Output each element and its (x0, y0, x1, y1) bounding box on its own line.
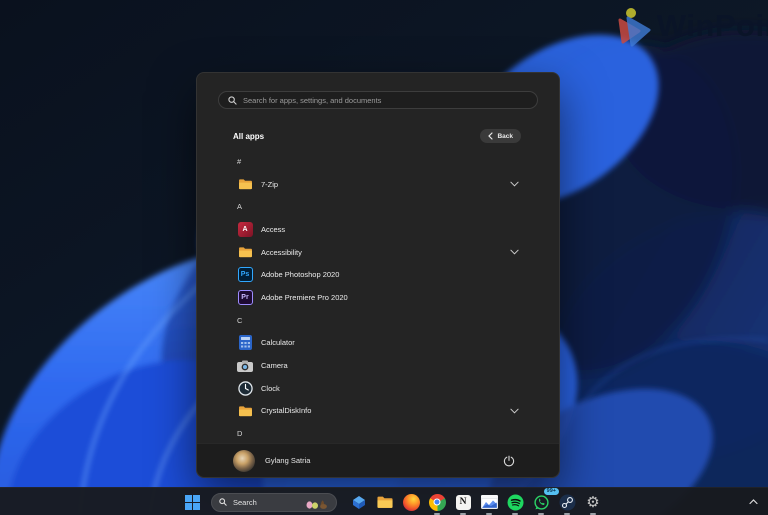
premiere-icon: Pr (237, 289, 253, 305)
clock-icon (237, 381, 253, 396)
windows-logo-icon (184, 494, 200, 510)
start-search-box[interactable] (218, 91, 538, 109)
app-label: Camera (261, 361, 288, 371)
taskbar-file-explorer-icon[interactable] (373, 490, 397, 514)
folder-icon (237, 405, 253, 417)
chevron-down-icon[interactable] (510, 181, 519, 187)
taskbar-chrome-icon[interactable] (425, 490, 449, 515)
app-label: Adobe Photoshop 2020 (261, 270, 340, 280)
taskbar-whatsapp-icon[interactable]: 99+ (529, 487, 559, 515)
app-item-7-zip[interactable]: 7-Zip (197, 173, 559, 196)
chevron-left-icon (488, 132, 494, 140)
taskbar-spotify-icon[interactable] (503, 490, 527, 515)
app-label: Adobe Premiere Pro 2020 (261, 292, 348, 302)
section-header-hash[interactable]: # (197, 150, 559, 173)
chevron-down-icon[interactable] (510, 408, 519, 414)
taskbar-settings-icon[interactable]: ⚙ (581, 490, 605, 515)
app-item-camera[interactable]: Camera (197, 354, 559, 377)
taskbar-firefox-icon[interactable] (399, 490, 423, 514)
app-item-calculator[interactable]: Calculator (197, 332, 559, 355)
start-button[interactable] (180, 490, 204, 514)
app-item-crystaldiskinfo[interactable]: CrystalDiskInfo (197, 400, 559, 423)
show-hidden-icons-chevron[interactable] (746, 496, 761, 508)
app-label: Calculator (261, 338, 295, 348)
section-letter: D (237, 429, 243, 439)
search-icon (219, 498, 227, 506)
calculator-icon (237, 335, 253, 351)
desktop: WinPoin All apps Back # (0, 0, 768, 515)
start-menu-user-bar: Gylang Satria (197, 443, 559, 477)
section-letter: C (237, 315, 243, 325)
camera-icon (237, 360, 253, 372)
taskbar-search-box[interactable]: Search (211, 492, 337, 512)
taskbar-blue-box-app-icon[interactable] (347, 490, 371, 514)
power-icon (503, 455, 515, 466)
user-name[interactable]: Gylang Satria (265, 456, 310, 465)
app-item-access[interactable]: A Access (197, 218, 559, 241)
chevron-down-icon[interactable] (510, 249, 519, 255)
start-menu-panel: All apps Back # 7-Zip (196, 72, 560, 478)
section-letter: A (237, 202, 243, 212)
back-button[interactable]: Back (480, 129, 521, 143)
power-button[interactable] (499, 451, 519, 471)
taskbar-notion-icon[interactable]: N (451, 490, 475, 515)
back-button-label: Back (497, 132, 513, 140)
app-label: Accessibility (261, 247, 302, 257)
app-item-accessibility[interactable]: Accessibility (197, 241, 559, 264)
taskbar-steam-icon[interactable] (555, 490, 579, 515)
folder-icon (237, 178, 253, 190)
taskbar: Search N 99+ ⚙ (0, 487, 768, 515)
all-apps-title: All apps (233, 131, 265, 141)
app-item-photoshop[interactable]: Ps Adobe Photoshop 2020 (197, 263, 559, 286)
all-apps-list: # 7-Zip A A Access Accessibility Ps Adob… (197, 150, 559, 445)
photoshop-icon: Ps (237, 267, 253, 283)
app-label: CrystalDiskInfo (261, 406, 312, 416)
all-apps-header: All apps Back (233, 129, 521, 143)
app-item-clock[interactable]: Clock (197, 377, 559, 400)
search-highlight-image (305, 496, 329, 509)
section-header-a[interactable]: A (197, 195, 559, 218)
start-search-input[interactable] (243, 95, 528, 105)
app-item-premiere[interactable]: Pr Adobe Premiere Pro 2020 (197, 286, 559, 309)
folder-icon (237, 246, 253, 258)
taskbar-chart-window-app-icon[interactable] (477, 490, 501, 515)
taskbar-search-label: Search (233, 497, 257, 507)
app-label: 7-Zip (261, 179, 279, 189)
section-header-d[interactable]: D (197, 422, 559, 445)
avatar[interactable] (233, 449, 255, 472)
section-header-c[interactable]: C (197, 309, 559, 332)
access-icon: A (237, 221, 253, 237)
app-label: Clock (261, 383, 280, 393)
app-label: Access (261, 224, 286, 234)
section-letter: # (237, 156, 242, 166)
search-icon (228, 95, 237, 105)
